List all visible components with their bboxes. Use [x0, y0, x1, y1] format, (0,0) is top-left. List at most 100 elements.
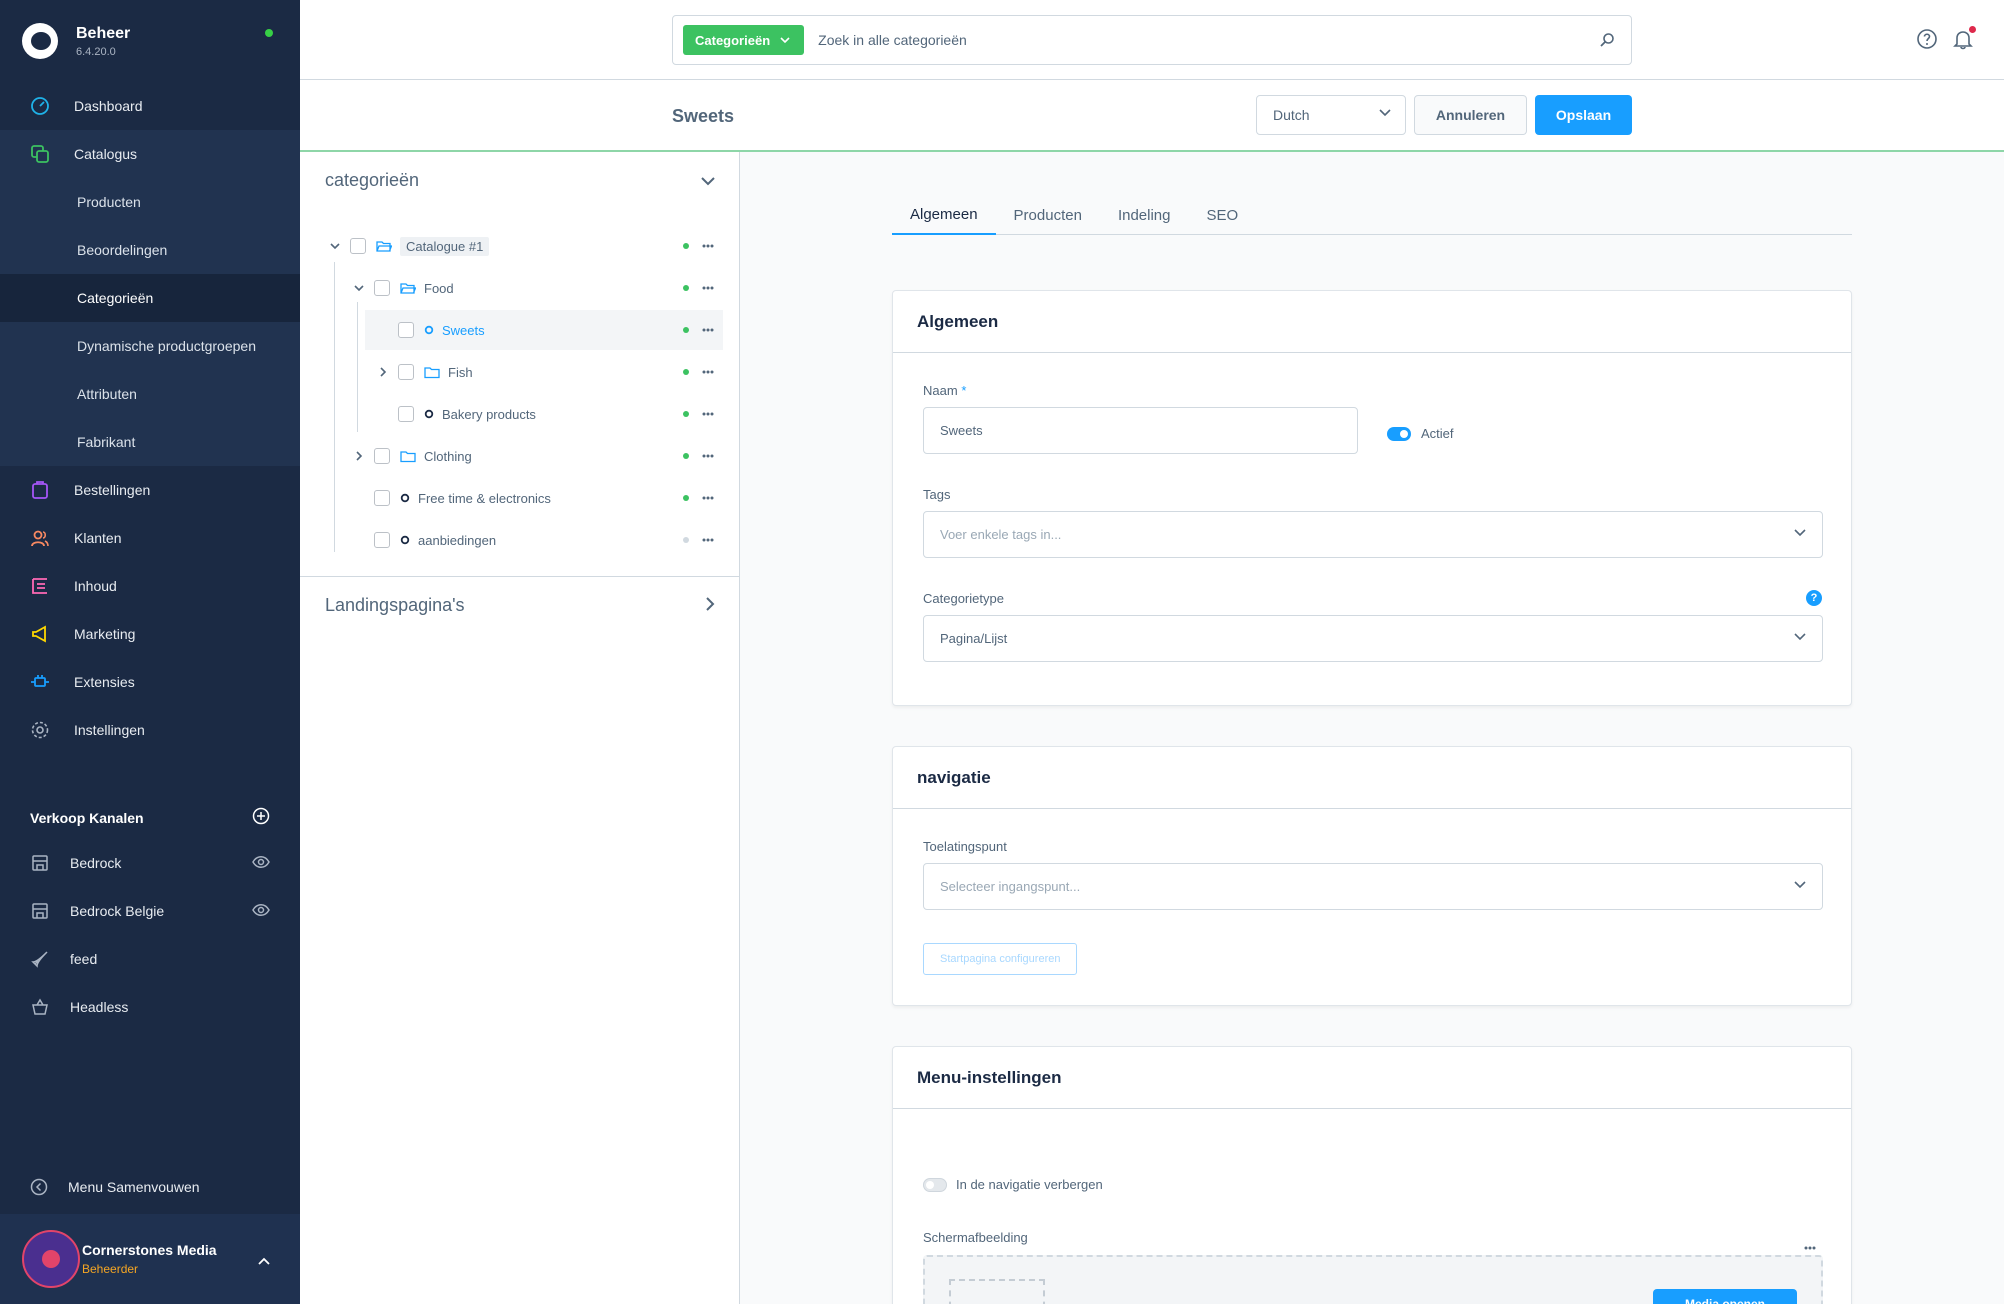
app-version: 6.4.20.0: [76, 45, 116, 58]
media-upload-zone[interactable]: Media openen: [923, 1255, 1823, 1304]
tab-general[interactable]: Algemeen: [892, 195, 996, 235]
card-title: Algemeen: [893, 291, 1851, 353]
chevron-right-icon[interactable]: [352, 451, 366, 461]
nav-catalog[interactable]: Catalogus: [0, 130, 300, 178]
entry-point-select[interactable]: Selecteer ingangspunt...: [923, 863, 1823, 910]
nav-dashboard[interactable]: Dashboard: [0, 82, 300, 130]
tree-item-clothing[interactable]: Clothing: [352, 438, 472, 474]
more-actions-icon[interactable]: [702, 244, 714, 248]
tree-item-label: Sweets: [442, 322, 485, 338]
search-icon[interactable]: [1599, 32, 1615, 48]
status-active-icon: [683, 495, 689, 501]
hide-in-navigation-label: In de navigatie verbergen: [956, 1177, 1103, 1192]
landing-pages-title: Landingspagina's: [325, 595, 465, 615]
more-actions-icon[interactable]: [702, 496, 714, 500]
sales-channel-bedrock[interactable]: Bedrock: [0, 839, 300, 887]
circle-leaf-icon: [400, 493, 410, 503]
tree-checkbox[interactable]: [374, 532, 390, 548]
circle-leaf-icon: [424, 409, 434, 419]
nav-content[interactable]: Inhoud: [0, 562, 300, 610]
chevron-up-icon[interactable]: [258, 1252, 270, 1270]
category-type-select[interactable]: Pagina/Lijst: [923, 615, 1823, 662]
nav-marketing[interactable]: Marketing: [0, 610, 300, 658]
nav-orders[interactable]: Bestellingen: [0, 466, 300, 514]
status-inactive-icon: [683, 537, 689, 543]
category-tree-header[interactable]: categorieën: [325, 170, 715, 191]
category-type-label: Categorietype: [923, 591, 1004, 606]
more-actions-icon[interactable]: [702, 328, 714, 332]
shopware-logo: [22, 23, 58, 59]
sales-channel-headless[interactable]: Headless: [0, 983, 300, 1031]
tree-item-fish[interactable]: Fish: [376, 354, 473, 390]
add-sales-channel-icon[interactable]: [252, 807, 270, 828]
search-type-dropdown[interactable]: Categorieën: [683, 25, 805, 55]
card-title: Menu-instellingen: [893, 1047, 1851, 1109]
more-actions-icon[interactable]: [702, 538, 714, 542]
nav-categories[interactable]: Categorieën: [0, 274, 300, 322]
more-actions-icon[interactable]: [702, 370, 714, 374]
search-input[interactable]: [818, 32, 1599, 48]
more-actions-icon[interactable]: [702, 412, 714, 416]
tree-checkbox[interactable]: [398, 322, 414, 338]
tab-layout[interactable]: Indeling: [1100, 195, 1189, 235]
chevron-down-icon[interactable]: [352, 284, 366, 292]
eye-icon[interactable]: [252, 903, 270, 920]
user-profile[interactable]: Cornerstones Media Beheerder: [0, 1214, 300, 1304]
tree-item-free-time-electronics[interactable]: Free time & electronics: [352, 480, 551, 516]
chevron-right-icon[interactable]: [376, 367, 390, 377]
tree-checkbox[interactable]: [350, 238, 366, 254]
sales-channel-feed[interactable]: feed: [0, 935, 300, 983]
user-role: Beheerder: [82, 1262, 139, 1276]
divider: [300, 576, 740, 577]
tree-item-catalogue-1[interactable]: Catalogue #1: [328, 228, 490, 264]
landing-pages-header[interactable]: Landingspagina's: [325, 595, 715, 616]
sales-channel-bedrock-belgie[interactable]: Bedrock Belgie: [0, 887, 300, 935]
save-button[interactable]: Opslaan: [1535, 95, 1632, 135]
help-icon[interactable]: [1916, 28, 1938, 55]
chevron-right-icon: [706, 595, 715, 616]
tree-item-bakery-products[interactable]: Bakery products: [376, 396, 536, 432]
tab-products[interactable]: Producten: [996, 195, 1100, 235]
nav-properties[interactable]: Attributen: [0, 370, 300, 418]
bell-icon[interactable]: [1952, 26, 1976, 55]
active-toggle[interactable]: [1387, 427, 1411, 441]
customers-icon: [28, 526, 52, 550]
tree-checkbox[interactable]: [398, 406, 414, 422]
hide-in-navigation-toggle[interactable]: [923, 1178, 947, 1192]
nav-catalog-label: Catalogus: [74, 146, 138, 162]
more-actions-icon[interactable]: [702, 286, 714, 290]
nav-settings-label: Instellingen: [74, 722, 145, 738]
chevron-down-icon: [701, 170, 715, 191]
tree-item-food[interactable]: Food: [352, 270, 454, 306]
tree-checkbox[interactable]: [398, 364, 414, 380]
nav-dynamic-product-groups[interactable]: Dynamische productgroepen: [0, 322, 300, 370]
language-switch[interactable]: Dutch: [1256, 95, 1406, 135]
tree-item-aanbiedingen[interactable]: aanbiedingen: [352, 522, 496, 558]
status-active-icon: [683, 327, 689, 333]
tree-checkbox[interactable]: [374, 448, 390, 464]
nav-products[interactable]: Producten: [0, 178, 300, 226]
nav-reviews[interactable]: Beoordelingen: [0, 226, 300, 274]
eye-icon[interactable]: [252, 855, 270, 872]
more-actions-icon[interactable]: [702, 454, 714, 458]
name-field[interactable]: Sweets: [923, 407, 1358, 454]
chevron-down-icon[interactable]: [328, 242, 342, 250]
nav-manufacturers[interactable]: Fabrikant: [0, 418, 300, 466]
tab-seo[interactable]: SEO: [1188, 195, 1256, 235]
tree-checkbox[interactable]: [374, 280, 390, 296]
cancel-button[interactable]: Annuleren: [1414, 95, 1527, 135]
tags-field[interactable]: Voer enkele tags in...: [923, 511, 1823, 558]
avatar: [22, 1230, 80, 1288]
more-actions-icon[interactable]: [1804, 1237, 1816, 1255]
help-icon[interactable]: ?: [1806, 590, 1822, 606]
tree-checkbox[interactable]: [374, 490, 390, 506]
open-media-button[interactable]: Media openen: [1653, 1289, 1797, 1304]
search-type-label: Categorieën: [695, 32, 771, 48]
nav-settings[interactable]: Instellingen: [0, 706, 300, 754]
nav-customers[interactable]: Klanten: [0, 514, 300, 562]
configure-homepage-button[interactable]: Startpagina configureren: [923, 943, 1078, 975]
collapse-menu-button[interactable]: Menu Samenvouwen: [30, 1178, 200, 1196]
catalog-submenu: Producten Beoordelingen Categorieën Dyna…: [0, 178, 300, 466]
tree-item-sweets[interactable]: Sweets: [376, 312, 485, 348]
nav-extensions[interactable]: Extensies: [0, 658, 300, 706]
